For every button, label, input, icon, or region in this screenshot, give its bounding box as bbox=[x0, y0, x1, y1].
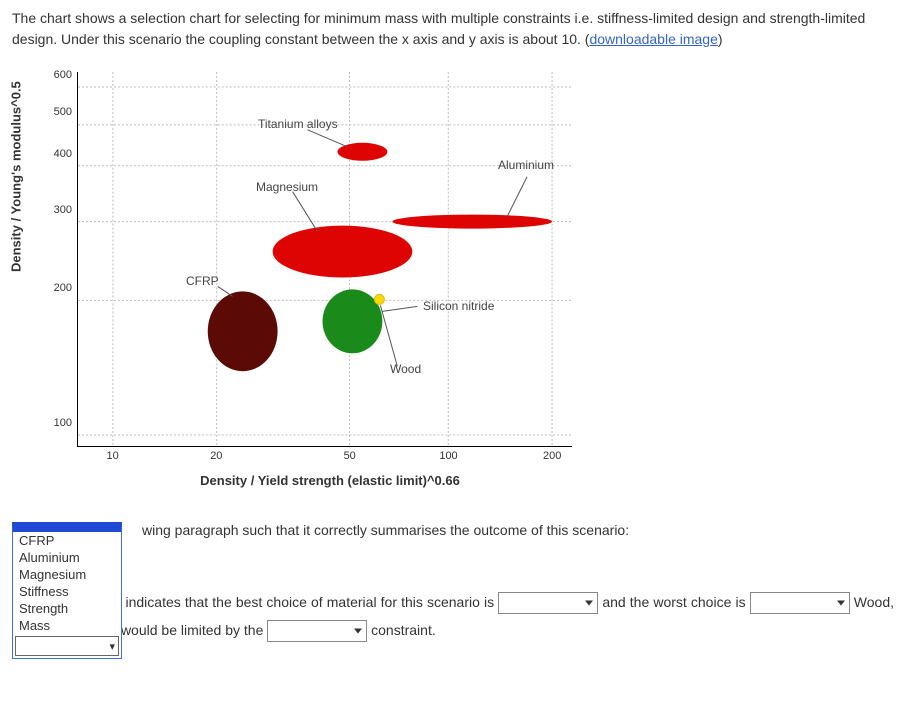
label-cfrp: CFRP bbox=[186, 274, 219, 288]
intro-text-b: ) bbox=[718, 31, 723, 47]
intro-text: The chart shows a selection chart for se… bbox=[12, 8, 894, 50]
constraint-select[interactable] bbox=[267, 620, 367, 642]
label-magnesium: Magnesium bbox=[256, 180, 318, 194]
material-dropdown-open[interactable]: CFRP Aluminium Magnesium Stiffness Stren… bbox=[12, 522, 122, 659]
ellipse-magnesium bbox=[273, 226, 413, 278]
chart-area: Density / Young's modulus^0.5 Density / … bbox=[22, 62, 582, 482]
ytick: 300 bbox=[54, 204, 78, 216]
xtick: 200 bbox=[543, 446, 561, 462]
xtick: 10 bbox=[106, 446, 118, 462]
dropdown-option[interactable]: CFRP bbox=[13, 532, 121, 549]
intro-text-a: The chart shows a selection chart for se… bbox=[12, 10, 865, 47]
xtick: 20 bbox=[210, 446, 222, 462]
label-aluminium: Aluminium bbox=[498, 158, 554, 172]
ytick: 400 bbox=[54, 148, 78, 160]
dot-wood bbox=[374, 294, 384, 304]
dropdown-option[interactable]: Stiffness bbox=[13, 583, 121, 600]
x-axis-label: Density / Yield strength (elastic limit)… bbox=[200, 473, 460, 488]
fill-paragraph: and box selection indicates that the bes… bbox=[12, 588, 894, 644]
ytick: 200 bbox=[54, 282, 78, 294]
xtick: 100 bbox=[439, 446, 457, 462]
ytick: 600 bbox=[54, 69, 78, 81]
plot-region: 100 200 300 400 500 600 10 20 50 100 200 bbox=[77, 72, 572, 447]
label-wood: Wood bbox=[390, 362, 421, 376]
para-d: constraint. bbox=[371, 622, 436, 638]
dropdown-option[interactable]: Mass bbox=[13, 617, 121, 634]
best-material-select[interactable] bbox=[498, 592, 598, 614]
ellipse-aluminium bbox=[392, 215, 552, 229]
y-axis-label: Density / Young's modulus^0.5 bbox=[9, 81, 24, 272]
dropdown-option[interactable]: Magnesium bbox=[13, 566, 121, 583]
ytick: 100 bbox=[54, 417, 78, 429]
ytick: 500 bbox=[54, 106, 78, 118]
ellipse-cfrp bbox=[208, 291, 278, 371]
instruction-text: wing paragraph such that it correctly su… bbox=[142, 522, 894, 538]
xtick: 50 bbox=[344, 446, 356, 462]
ellipse-silicon bbox=[323, 289, 383, 353]
dropdown-option[interactable]: Aluminium bbox=[13, 549, 121, 566]
worst-material-select[interactable] bbox=[750, 592, 850, 614]
question-block: CFRP Aluminium Magnesium Stiffness Stren… bbox=[12, 522, 894, 644]
dropdown-option[interactable]: Strength bbox=[13, 600, 121, 617]
download-link[interactable]: downloadable image bbox=[589, 31, 717, 47]
para-b: and the worst choice is bbox=[602, 594, 749, 610]
label-silicon: Silicon nitride bbox=[423, 299, 494, 313]
label-titanium: Titanium alloys bbox=[258, 117, 338, 131]
dropdown-current[interactable]: ▾ bbox=[15, 636, 119, 656]
instruction-suffix: wing paragraph such that it correctly su… bbox=[142, 522, 629, 538]
chevron-down-icon: ▾ bbox=[109, 640, 115, 653]
